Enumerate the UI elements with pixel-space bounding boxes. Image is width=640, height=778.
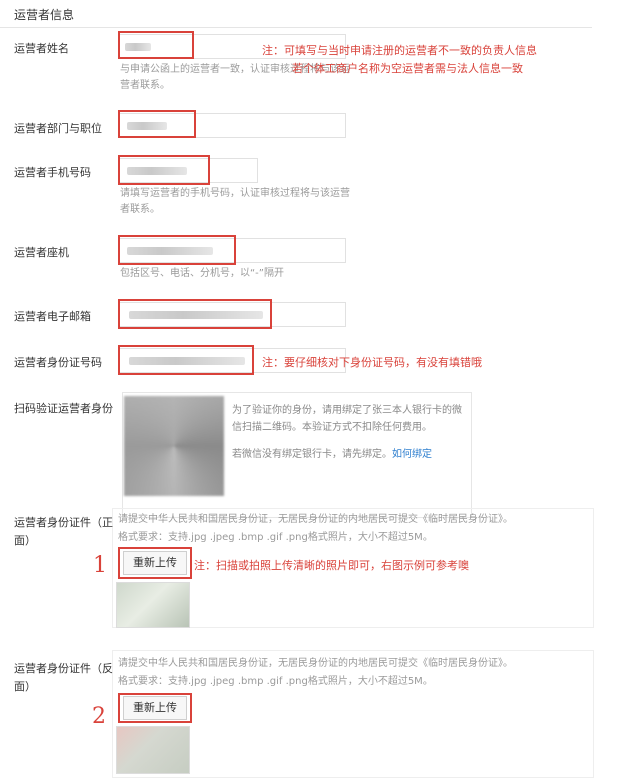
qr-code-image[interactable] [124, 396, 224, 496]
id-back-reupload-button[interactable]: 重新上传 [123, 696, 187, 720]
name-note-line2: 若个体工商户名称为空运营者需与法人信息一致 [292, 62, 523, 75]
marker-2: 2 [92, 704, 106, 729]
id-front-note: 注：扫描或拍照上传清晰的照片即可，右图示例可参考噢 [194, 559, 469, 572]
id-back-label-line1: 运营者身份证件（反 [14, 662, 113, 675]
phone-highlight-box [118, 235, 236, 265]
id-back-thumbnail[interactable] [116, 726, 190, 774]
id-back-hint-line1: 请提交中华人民共和国居民身份证，无居民身份证的内地居民可提交《临时居民身份证》。 [118, 658, 513, 669]
id-back-label-line2: 面） [14, 680, 36, 693]
dept-highlight-box [118, 110, 196, 138]
name-highlight-box [118, 31, 194, 59]
dept-label: 运营者部门与职位 [14, 122, 102, 135]
id-front-reupload-button[interactable]: 重新上传 [123, 551, 187, 575]
qr-instruction: 为了验证你的身份，请用绑定了张三本人银行卡的微信扫描二维码。本验证方式不扣除任何… [232, 405, 462, 433]
idnum-highlight-box [118, 345, 254, 375]
mobile-label: 运营者手机号码 [14, 166, 91, 179]
phone-label: 运营者座机 [14, 246, 69, 259]
name-note-line1: 注：可填写与当时申请注册的运营者不一致的负责人信息 [262, 44, 537, 57]
how-to-bind-link[interactable]: 如何绑定 [392, 449, 432, 460]
id-back-hint-line2: 格式要求：支持.jpg .jpeg .bmp .gif .png格式照片，大小不… [118, 676, 433, 687]
marker-1: 1 [93, 553, 107, 578]
name-label: 运营者姓名 [14, 42, 69, 55]
mobile-hint: 请填写运营者的手机号码，认证审核过程将与该运营者联系。 [120, 188, 350, 215]
id-front-label-line2: 面） [14, 534, 36, 547]
email-highlight-box [118, 299, 272, 329]
section-title: 运营者信息 [14, 8, 75, 22]
phone-hint: 包括区号、电话、分机号，以“-”隔开 [120, 268, 284, 279]
id-front-hint-line2: 格式要求：支持.jpg .jpeg .bmp .gif .png格式照片，大小不… [118, 532, 433, 543]
qr-text: 为了验证你的身份，请用绑定了张三本人银行卡的微信扫描二维码。本验证方式不扣除任何… [232, 402, 464, 463]
divider [0, 27, 592, 28]
id-front-thumbnail[interactable] [116, 582, 190, 628]
mobile-highlight-box [118, 155, 210, 185]
idnum-label: 运营者身份证号码 [14, 356, 102, 369]
qr-label: 扫码验证运营者身份 [14, 402, 113, 415]
qr-unbound-text: 若微信没有绑定银行卡，请先绑定。 [232, 449, 392, 460]
email-label: 运营者电子邮箱 [14, 310, 91, 323]
id-front-label-line1: 运营者身份证件（正 [14, 516, 113, 529]
id-front-hint-line1: 请提交中华人民共和国居民身份证，无居民身份证的内地居民可提交《临时居民身份证》。 [118, 514, 513, 525]
idnum-note: 注：要仔细核对下身份证号码，有没有填错哦 [262, 356, 482, 369]
